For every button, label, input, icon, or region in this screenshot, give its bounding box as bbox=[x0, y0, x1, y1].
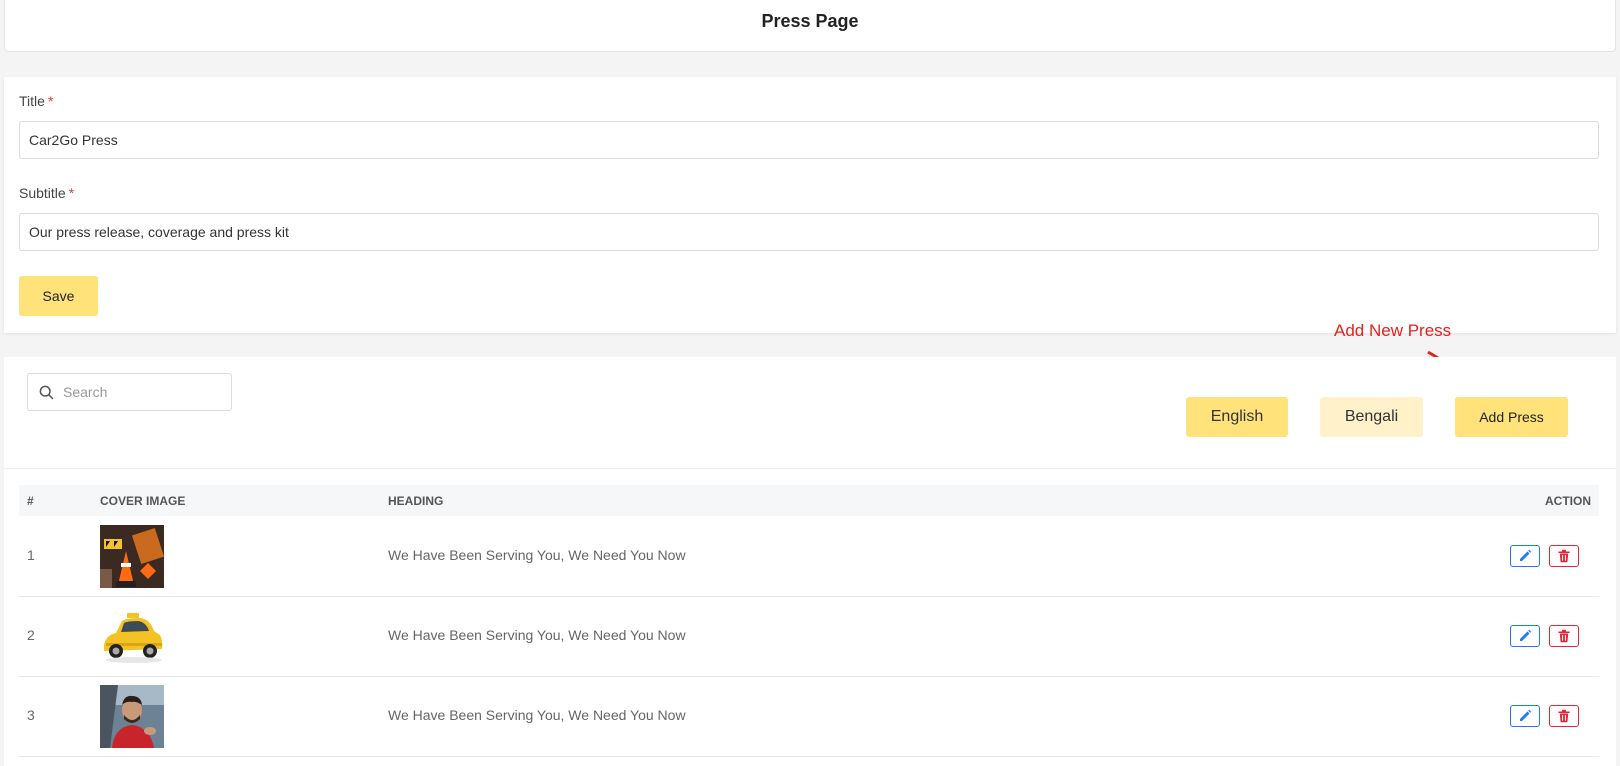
press-list: English Bengali Add Press # COVER IMAGE … bbox=[4, 357, 1616, 766]
search-icon bbox=[39, 385, 54, 399]
add-press-button[interactable]: Add Press bbox=[1455, 397, 1568, 437]
pencil-icon bbox=[1520, 629, 1532, 641]
column-heading: HEADING bbox=[388, 494, 444, 508]
save-button[interactable]: Save bbox=[19, 276, 98, 316]
table-row: 2 We Have Been Serving You, We Need You … bbox=[19, 597, 1599, 677]
column-action: ACTION bbox=[1545, 494, 1591, 508]
row-number: 1 bbox=[27, 547, 35, 563]
page-header: Press Page bbox=[4, 0, 1616, 52]
cover-image bbox=[100, 685, 164, 748]
language-bengali-button[interactable]: Bengali bbox=[1320, 397, 1423, 437]
delete-button[interactable] bbox=[1549, 545, 1579, 567]
row-number: 2 bbox=[27, 627, 35, 643]
subtitle-input[interactable] bbox=[19, 213, 1599, 251]
page-title: Press Page bbox=[761, 11, 859, 31]
row-heading: We Have Been Serving You, We Need You No… bbox=[388, 547, 686, 563]
trash-icon bbox=[1558, 629, 1570, 643]
column-number: # bbox=[27, 494, 34, 508]
trash-icon bbox=[1558, 549, 1570, 563]
search-input[interactable] bbox=[61, 383, 215, 401]
required-mark: * bbox=[47, 93, 54, 109]
search-box[interactable] bbox=[27, 373, 232, 411]
edit-button[interactable] bbox=[1510, 545, 1540, 567]
table-row: 1 We Have Been Serving You, We Need You … bbox=[19, 517, 1599, 597]
edit-button[interactable] bbox=[1510, 705, 1540, 727]
press-settings-form: Title* Subtitle* Save bbox=[4, 77, 1616, 333]
row-heading: We Have Been Serving You, We Need You No… bbox=[388, 707, 686, 723]
pencil-icon bbox=[1520, 709, 1532, 721]
cover-image bbox=[100, 525, 164, 588]
row-heading: We Have Been Serving You, We Need You No… bbox=[388, 627, 686, 643]
table-header: # COVER IMAGE HEADING ACTION bbox=[19, 485, 1599, 516]
required-mark: * bbox=[68, 185, 75, 201]
add-new-press-annotation: Add New Press bbox=[1334, 321, 1452, 340]
trash-icon bbox=[1558, 709, 1570, 723]
title-input[interactable] bbox=[19, 121, 1599, 159]
divider bbox=[4, 468, 1616, 469]
table-row: 3 We Have Been Serving You, We Need You … bbox=[19, 677, 1599, 757]
cover-image bbox=[100, 605, 164, 668]
delete-button[interactable] bbox=[1549, 705, 1579, 727]
title-label: Title * bbox=[19, 93, 54, 109]
edit-button[interactable] bbox=[1510, 625, 1540, 647]
subtitle-label: Subtitle * bbox=[19, 185, 75, 201]
delete-button[interactable] bbox=[1549, 625, 1579, 647]
column-cover-image: COVER IMAGE bbox=[100, 494, 186, 508]
row-number: 3 bbox=[27, 707, 35, 723]
language-english-button[interactable]: English bbox=[1186, 397, 1288, 437]
pencil-icon bbox=[1520, 549, 1532, 561]
